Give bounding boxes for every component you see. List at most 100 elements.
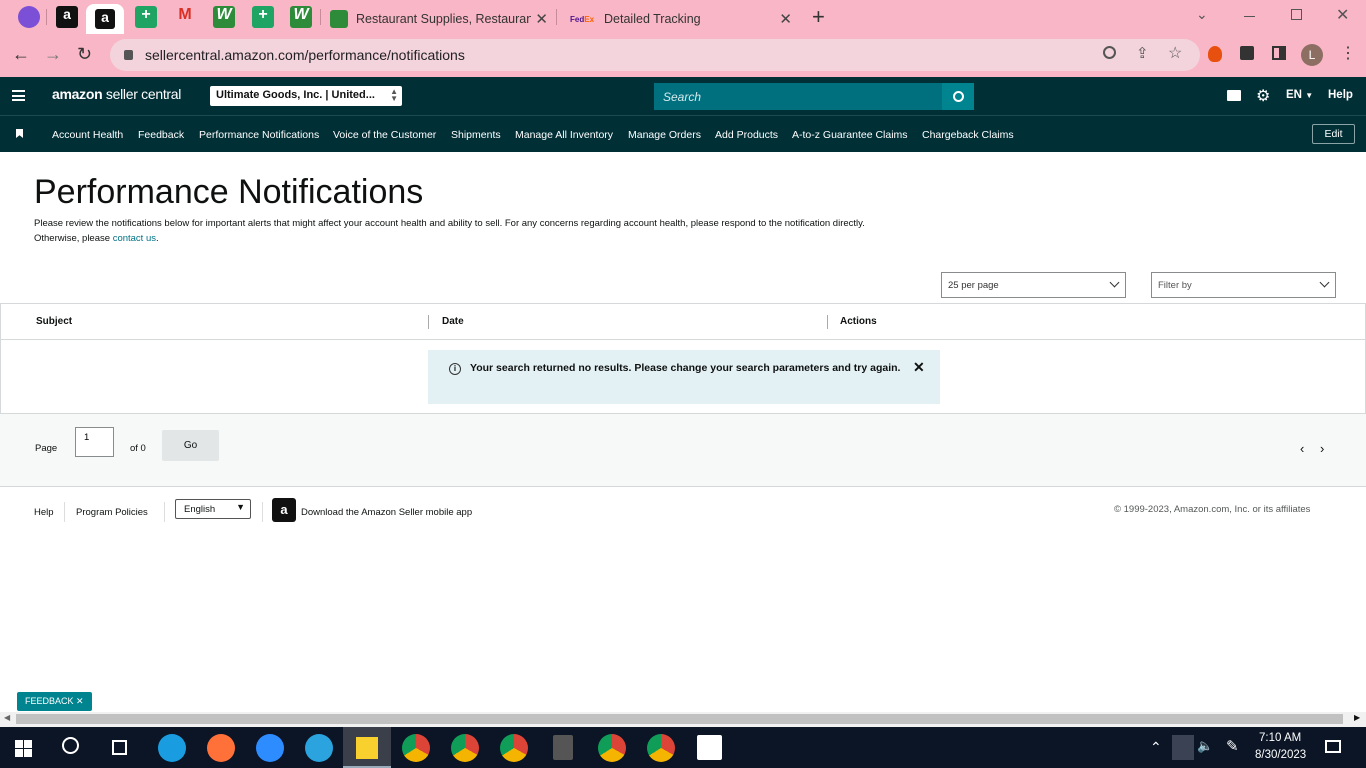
gear-icon[interactable]: ⚙ [1256,86,1270,106]
footer-help-link[interactable]: Help [34,507,54,518]
bookmark-star-icon[interactable]: ☆ [1168,43,1182,63]
reload-icon[interactable]: ↻ [77,44,92,65]
forward-icon[interactable]: → [44,44,62,65]
back-icon[interactable]: ← [12,44,30,65]
page-description: Please review the notifications below fo… [34,218,865,244]
pinned-tab-sheets-icon[interactable]: + [135,6,157,28]
nav-voice-of-customer[interactable]: Voice of the Customer [333,129,436,141]
tab-search-icon[interactable]: ⌄ [1196,6,1208,23]
nav-manage-inventory[interactable]: Manage All Inventory [515,129,613,141]
pinned-tab-sheets-icon-2[interactable]: + [252,6,274,28]
app-icon[interactable] [697,735,722,760]
nav-chargeback-claims[interactable]: Chargeback Claims [922,129,1014,141]
tab-detailed-tracking[interactable]: FedEx Detailed Tracking ✕ [566,4,798,34]
contact-us-link[interactable]: contact us [113,233,156,244]
search-input[interactable]: Search [654,83,942,110]
restore-icon[interactable] [1291,9,1302,20]
prev-page-icon[interactable]: ‹ [1300,441,1304,456]
calculator-icon[interactable] [553,735,573,760]
column-actions[interactable]: Actions [840,316,877,327]
next-page-icon[interactable]: › [1320,441,1324,456]
pinned-tab-extension-icon[interactable] [18,6,40,28]
go-button[interactable]: Go [162,430,219,461]
telegram-icon[interactable] [305,734,333,762]
page-number-input[interactable] [75,427,114,457]
bookmark-icon[interactable] [16,129,23,138]
program-policies-link[interactable]: Program Policies [76,507,148,518]
seller-central-logo[interactable]: amazon seller central [52,86,181,102]
close-tab-icon[interactable]: ✕ [779,10,792,28]
mail-icon[interactable] [1227,90,1241,101]
profile-avatar[interactable]: L [1301,44,1323,66]
search-icon[interactable] [62,737,79,754]
search-button[interactable] [942,83,974,110]
clock-date[interactable]: 8/30/2023 [1255,749,1306,761]
chevron-down-icon: ▼ [236,502,245,512]
scroll-right-icon[interactable]: ▶ [1354,713,1360,722]
chevron-up-icon[interactable]: ⌃ [1150,739,1162,756]
zoom-icon[interactable] [1103,46,1116,59]
chrome-icon[interactable] [402,734,430,762]
sticky-notes-icon[interactable] [343,727,391,768]
minimize-icon[interactable] [1244,16,1255,17]
chrome-icon[interactable] [598,734,626,762]
feedback-button[interactable]: FEEDBACK ✕ [17,692,92,711]
merchant-selector[interactable]: Ultimate Goods, Inc. | United... ▲ ▼ [210,86,402,106]
close-icon[interactable]: ✕ [913,360,925,375]
per-page-select[interactable]: 25 per page [941,272,1126,298]
nav-performance-notifications[interactable]: Performance Notifications [199,129,319,141]
tab-separator [320,9,321,25]
share-icon[interactable]: ⇪ [1136,44,1149,62]
download-app-link[interactable]: Download the Amazon Seller mobile app [301,507,472,518]
nav-add-products[interactable]: Add Products [715,129,778,141]
filter-select[interactable]: Filter by [1151,272,1336,298]
pinned-tab-amazon-icon[interactable]: a [56,6,78,28]
page-footer: Help Program Policies English ▼ a Downlo… [0,487,1366,547]
nav-manage-orders[interactable]: Manage Orders [628,129,701,141]
edge-icon[interactable] [158,734,186,762]
pinned-tab-webstaurant-icon-2[interactable]: W [290,6,312,28]
browser-menu-icon[interactable]: ⋮ [1340,43,1356,63]
windows-start-icon[interactable] [15,740,32,757]
extension-fire-icon[interactable] [1208,46,1222,62]
nav-feedback[interactable]: Feedback [138,129,184,141]
tab-restaurant-supplies[interactable]: Restaurant Supplies, Restaurant S ✕ [328,4,554,34]
language-selector[interactable]: EN ▼ [1286,89,1313,101]
pen-icon[interactable] [1172,735,1194,760]
edit-nav-button[interactable]: Edit [1312,124,1355,144]
close-tab-icon[interactable]: ✕ [535,10,548,28]
horizontal-scrollbar[interactable]: ◀ ▶ [0,712,1366,727]
volume-icon[interactable]: 🔈 [1197,738,1213,754]
side-panel-icon[interactable] [1272,46,1286,60]
scroll-thumb[interactable] [16,714,1343,724]
nav-atoz-claims[interactable]: A-to-z Guarantee Claims [792,129,908,141]
zoom-app-icon[interactable] [256,734,284,762]
clock-time[interactable]: 7:10 AM [1259,732,1301,744]
address-bar[interactable]: sellercentral.amazon.com/performance/not… [110,39,1200,71]
extensions-puzzle-icon[interactable] [1240,46,1254,60]
chrome-icon[interactable] [647,734,675,762]
language-select[interactable]: English ▼ [175,499,251,519]
pinned-tab-webstaurant-icon[interactable]: W [213,6,235,28]
task-view-icon[interactable] [112,740,127,755]
pinned-tab-gmail-icon[interactable]: M [174,6,196,28]
close-window-icon[interactable]: ✕ [1336,5,1349,25]
seller-app-icon[interactable]: a [272,498,296,522]
chrome-icon[interactable] [500,734,528,762]
scroll-left-icon[interactable]: ◀ [4,713,10,722]
nav-account-health[interactable]: Account Health [52,129,123,141]
help-link[interactable]: Help [1328,89,1353,101]
chrome-icon[interactable] [451,734,479,762]
firefox-icon[interactable] [207,734,235,762]
nav-shipments[interactable]: Shipments [451,129,501,141]
tab-title: Detailed Tracking [604,12,701,26]
close-icon[interactable]: ✕ [76,696,84,706]
notifications-icon[interactable] [1325,740,1341,753]
amazon-icon: a [95,9,115,29]
hamburger-menu-icon[interactable] [12,90,25,101]
column-date[interactable]: Date [442,316,464,327]
pen-workspace-icon[interactable]: ✎ [1226,737,1239,755]
pinned-tab-amazon-active[interactable]: a [86,4,124,34]
new-tab-icon[interactable]: + [812,4,825,30]
column-subject[interactable]: Subject [36,316,72,327]
